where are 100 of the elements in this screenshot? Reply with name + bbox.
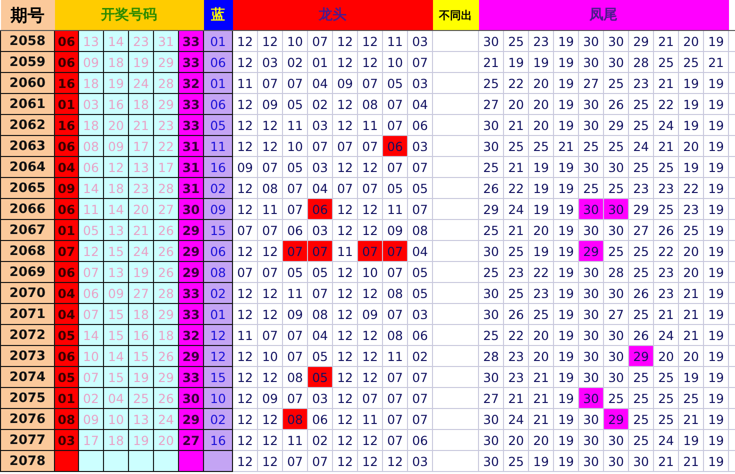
table-cell: 08	[282, 366, 308, 388]
number-cell: 06	[54, 136, 78, 156]
table-cell: 25	[654, 198, 679, 220]
number-cell: 21	[128, 114, 154, 136]
table-cell: 20	[678, 240, 704, 262]
table-cell: 19	[554, 220, 579, 240]
number-cell: 26	[154, 240, 178, 262]
table-cell: 19	[704, 262, 729, 282]
table-cell: 12	[382, 450, 408, 472]
table-cell: 30	[578, 262, 604, 282]
table-cell: 12	[232, 30, 258, 52]
number-cell: 12	[104, 156, 128, 178]
table-cell: 23	[654, 178, 679, 198]
number-cell: 18	[104, 178, 128, 198]
table-cell: 30	[604, 430, 629, 450]
table-cell: 25	[654, 408, 679, 430]
number-cell: 27	[178, 430, 204, 450]
table-cell: 26	[654, 220, 679, 240]
table-cell: 22	[504, 178, 529, 198]
table-cell: 21	[478, 52, 504, 72]
special-number-cell: 16	[204, 430, 233, 450]
number-cell: 06	[78, 282, 104, 304]
table-cell: 19	[528, 198, 554, 220]
table-cell: 23	[504, 346, 529, 366]
table-cell: 19	[704, 156, 729, 178]
special-number-cell: 12	[204, 324, 233, 346]
table-cell: 12	[332, 94, 358, 114]
table-cell: 08	[382, 324, 408, 346]
number-cell: 06	[54, 52, 78, 72]
number-cell: 04	[54, 304, 78, 324]
number-cell: 13	[104, 220, 128, 240]
number-cell: 15	[104, 324, 128, 346]
number-cell: 33	[178, 30, 204, 52]
table-cell: 20	[678, 346, 704, 366]
table-cell: 08	[308, 304, 333, 324]
table-cell: 06	[408, 324, 433, 346]
table-cell: 23	[628, 72, 654, 94]
table-cell: 30	[578, 156, 604, 178]
table-cell: 11	[358, 408, 383, 430]
table-cell: 08	[382, 282, 408, 304]
table-cell: 12	[332, 366, 358, 388]
table-cell: 21	[678, 324, 704, 346]
table-cell: 07	[282, 240, 308, 262]
table-cell: 30	[578, 388, 604, 408]
table-cell: 07	[382, 94, 408, 114]
table-cell: 05	[282, 94, 308, 114]
table-cell: 07	[282, 178, 308, 198]
table-cell: 23	[504, 262, 529, 282]
table-cell: 21	[678, 408, 704, 430]
table-cell: 10	[382, 52, 408, 72]
table-cell: 12	[232, 346, 258, 366]
table-cell: 23	[504, 366, 529, 388]
table-cell: 04	[408, 94, 433, 114]
table-cell: 30	[478, 282, 504, 304]
table-cell: 06	[382, 136, 408, 156]
number-cell: 23	[128, 30, 154, 52]
table-cell: 07	[382, 304, 408, 324]
table-cell: 22	[654, 94, 679, 114]
table-cell: 07	[408, 156, 433, 178]
table-cell: 24	[504, 408, 529, 430]
table-cell: 25	[478, 220, 504, 240]
number-cell: 16	[54, 72, 78, 94]
table-cell: 07	[232, 220, 258, 240]
table-cell: 04	[308, 178, 333, 198]
number-cell: 01	[54, 220, 78, 240]
table-cell: 12	[232, 94, 258, 114]
special-number-cell	[204, 450, 233, 472]
table-cell: 08	[358, 94, 383, 114]
number-cell: 18	[78, 114, 104, 136]
table-cell: 03	[408, 30, 433, 52]
table-cell: 19	[554, 156, 579, 178]
table-cell: 12	[332, 114, 358, 136]
table-cell: 12	[358, 282, 383, 304]
number-cell	[178, 450, 204, 472]
table-cell: 19	[704, 388, 729, 408]
table-cell: 29	[604, 114, 629, 136]
number-cell: 09	[104, 136, 128, 156]
table-cell: 12	[358, 366, 383, 388]
number-cell: 09	[78, 408, 104, 430]
table-cell: 07	[282, 198, 308, 220]
number-cell: 07	[78, 262, 104, 282]
table-cell: 03	[258, 52, 283, 72]
table-cell: 23	[678, 198, 704, 220]
table-cell: 24	[654, 324, 679, 346]
table-cell: 12	[232, 450, 258, 472]
table-cell: 02	[308, 430, 333, 450]
table-cell: 20	[528, 430, 554, 450]
table-cell: 26	[628, 282, 654, 304]
table-cell: 12	[332, 304, 358, 324]
number-cell: 33	[178, 282, 204, 304]
table-cell: 12	[358, 430, 383, 450]
number-cell: 18	[104, 52, 128, 72]
table-cell: 30	[578, 220, 604, 240]
special-number-cell: 06	[204, 52, 233, 72]
number-cell: 05	[54, 324, 78, 346]
table-cell: 10	[358, 262, 383, 282]
table-cell: 05	[382, 72, 408, 94]
table-cell: 29	[628, 198, 654, 220]
table-cell: 30	[604, 156, 629, 178]
table-cell: 07	[308, 450, 333, 472]
